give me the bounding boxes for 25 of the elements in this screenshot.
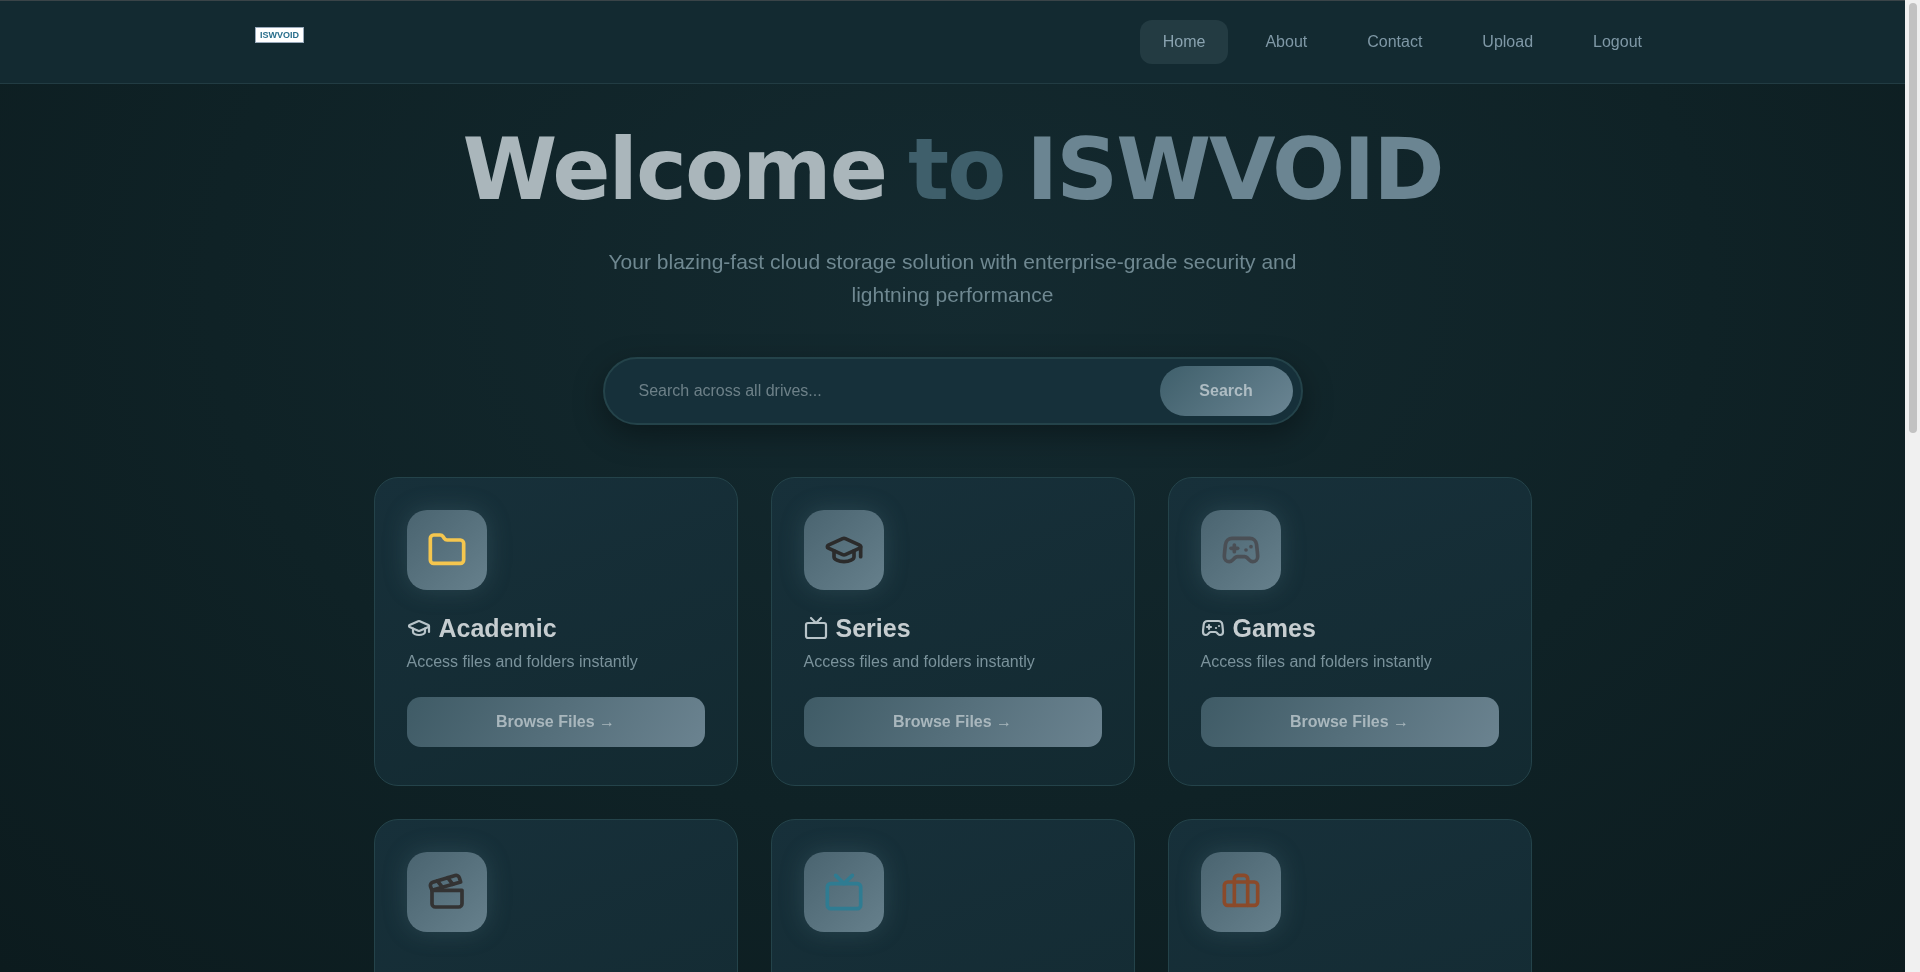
nav-link[interactable]: Logout: [1570, 19, 1665, 64]
card-title: Series: [835, 613, 911, 643]
scrollbar-thumb[interactable]: [1908, 3, 1917, 433]
nav-link[interactable]: Contact: [1344, 19, 1446, 64]
search-button[interactable]: Search: [1159, 365, 1293, 416]
browse-files-button[interactable]: Browse Files →: [406, 696, 705, 747]
card-title: Games: [1232, 613, 1316, 643]
card-description: Access files and folders instantly: [406, 652, 639, 671]
tv-icon: [803, 616, 828, 641]
browse-files-button[interactable]: Browse Files →: [1200, 696, 1499, 747]
logo[interactable]: ISWVOID: [255, 27, 304, 43]
card-description: Access files and folders instantly: [803, 652, 1036, 671]
hero-title-word: to: [908, 122, 1005, 217]
card-title: Academic: [438, 613, 557, 643]
nav-link[interactable]: Upload: [1459, 19, 1557, 64]
hero-title-word: ISWVOID: [1026, 122, 1443, 217]
hero-subtitle: Your blazing-fast cloud storage solution with enterprise-grade security and lightning performance: [607, 248, 1298, 308]
search-field[interactable]: Search across all drives... Search: [602, 356, 1303, 425]
browse-files-button[interactable]: Browse Files →: [803, 696, 1102, 747]
clapperboard-icon: [426, 871, 467, 912]
nav-link[interactable]: About: [1242, 19, 1331, 64]
nav-link[interactable]: Home: [1139, 19, 1229, 64]
card-description: Access files and folders instantly: [1200, 652, 1433, 671]
hero-title-word: Welcome: [462, 122, 887, 217]
tv-icon: [823, 871, 864, 912]
